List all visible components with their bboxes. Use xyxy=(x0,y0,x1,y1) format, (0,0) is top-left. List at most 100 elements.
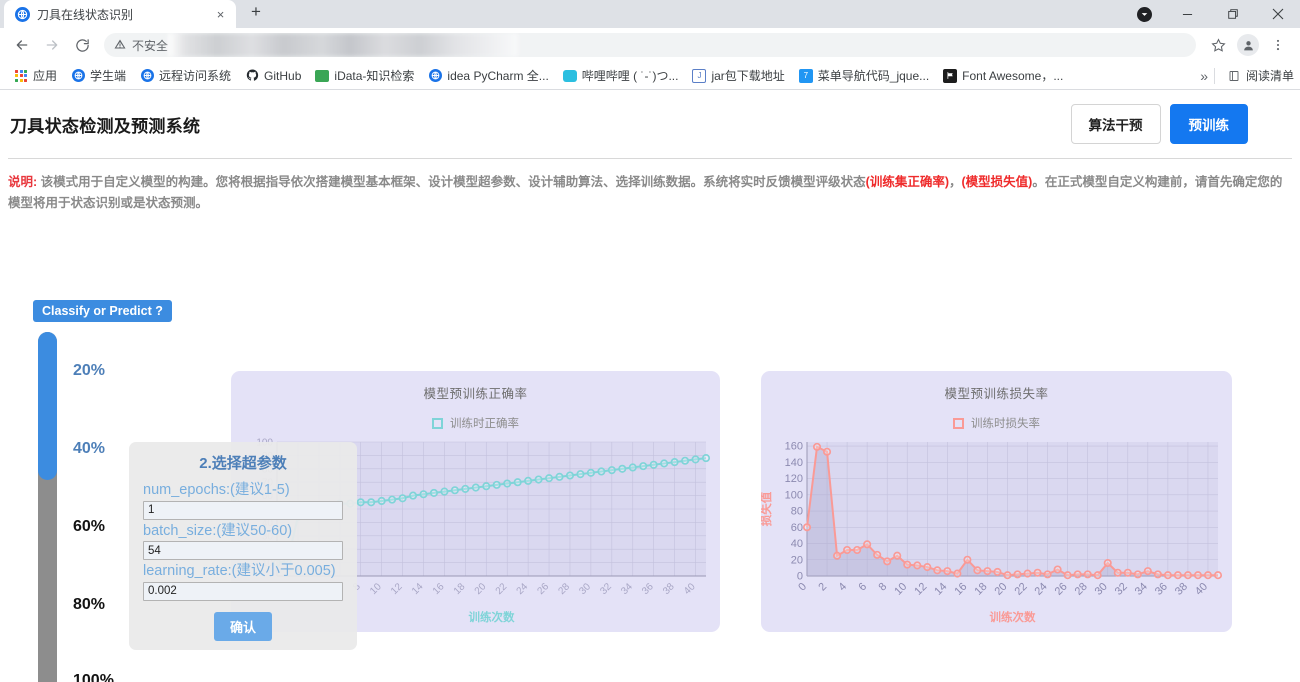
app-header: 刀具状态检测及预测系统 算法干预 预训练 xyxy=(0,90,1300,144)
svg-text:120: 120 xyxy=(785,473,803,485)
slider-tick-80: 80% xyxy=(73,596,106,613)
profile-avatar-icon[interactable] xyxy=(1237,34,1259,56)
svg-text:60: 60 xyxy=(791,522,803,534)
svg-text:12: 12 xyxy=(389,581,405,597)
window-controls xyxy=(1123,0,1300,28)
legend-swatch-icon xyxy=(953,417,964,429)
jar-icon: J xyxy=(692,68,707,83)
legend-label: 训练时正确率 xyxy=(450,418,519,430)
svg-text:28: 28 xyxy=(556,581,572,597)
bookmark-item-pycharm[interactable]: idea PyCharm 全... xyxy=(422,64,554,87)
maximize-button[interactable] xyxy=(1210,0,1255,28)
svg-text:损失值: 损失值 xyxy=(761,491,773,526)
svg-text:38: 38 xyxy=(661,581,677,597)
confirm-button[interactable]: 确认 xyxy=(213,611,272,641)
accuracy-chart-title: 模型预训练正确率 xyxy=(423,387,528,401)
batch-size-input[interactable] xyxy=(143,541,343,561)
description-highlight-1: (训练集正确率) xyxy=(865,175,949,189)
slider-track[interactable] xyxy=(38,332,57,682)
bookmark-item-bilibili[interactable]: 哔哩哔哩 ( ˙-˙)つ... xyxy=(557,64,685,87)
bookmark-item-idata[interactable]: iData-知识检索 xyxy=(309,64,420,87)
svg-text:40: 40 xyxy=(791,538,803,550)
bookmark-star-icon[interactable] xyxy=(1204,31,1232,59)
svg-text:36: 36 xyxy=(640,581,656,597)
svg-text:40: 40 xyxy=(682,581,698,597)
svg-text:28: 28 xyxy=(1073,581,1090,598)
svg-text:160: 160 xyxy=(785,441,803,453)
tab-strip: 刀具在线状态识别 × + xyxy=(0,0,1300,28)
svg-text:34: 34 xyxy=(619,581,635,597)
bookmark-label: idea PyCharm 全... xyxy=(447,69,549,83)
bookmark-item-github[interactable]: GitHub xyxy=(239,66,307,86)
svg-text:32: 32 xyxy=(1113,581,1130,598)
page-content: 刀具状态检测及预测系统 算法干预 预训练 说明: 该模式用于自定义模型的构建。您… xyxy=(0,90,1300,682)
svg-text:18: 18 xyxy=(452,581,468,597)
bookmark-item-jar[interactable]: J jar包下载地址 xyxy=(686,64,790,87)
num-epochs-input[interactable] xyxy=(143,500,343,520)
svg-text:20: 20 xyxy=(992,581,1009,598)
pretrain-button[interactable]: 预训练 xyxy=(1169,104,1248,144)
learning-rate-input[interactable] xyxy=(143,581,343,601)
svg-text:80: 80 xyxy=(791,506,803,518)
slider-tick-60: 60% xyxy=(73,518,106,535)
browser-tab[interactable]: 刀具在线状态识别 × xyxy=(4,0,236,28)
toolbar-right-actions xyxy=(1204,31,1292,59)
description-text: 说明: 该模式用于自定义模型的构建。您将根据指导依次搭建模型基本框架、设计模型超… xyxy=(8,172,1292,213)
svg-text:36: 36 xyxy=(1153,581,1170,598)
divider xyxy=(8,158,1292,159)
url-text-redacted xyxy=(168,33,518,57)
legend-label: 训练时损失率 xyxy=(971,418,1040,430)
security-status-text: 不安全 xyxy=(132,38,169,53)
forward-button[interactable] xyxy=(38,31,66,59)
minimize-button[interactable] xyxy=(1165,0,1210,28)
close-icon[interactable]: × xyxy=(213,7,228,22)
svg-text:40: 40 xyxy=(1193,581,1210,598)
divider xyxy=(1213,67,1215,84)
svg-text:14: 14 xyxy=(932,581,949,598)
bookmark-item-fontawesome[interactable]: Font Awesome，... xyxy=(937,64,1069,87)
bookmark-label: 应用 xyxy=(33,69,58,83)
svg-text:30: 30 xyxy=(577,581,593,597)
svg-text:12: 12 xyxy=(912,581,929,598)
github-icon xyxy=(245,69,259,83)
header-actions: 算法干预 预训练 xyxy=(1070,104,1248,144)
svg-text:0: 0 xyxy=(796,581,809,594)
close-window-button[interactable] xyxy=(1255,0,1300,28)
slider-handle[interactable] xyxy=(38,332,57,480)
legend-swatch-icon xyxy=(432,417,443,429)
page-title: 刀具状态检测及预测系统 xyxy=(10,116,201,136)
algorithm-intervene-button[interactable]: 算法干预 xyxy=(1070,104,1161,144)
tab-title: 刀具在线状态识别 xyxy=(37,7,134,22)
bookmark-item-menucode[interactable]: 7 菜单导航代码_jque... xyxy=(793,64,935,87)
status-badge: Classify or Predict ? xyxy=(33,300,172,322)
bookmark-item-student[interactable]: 学生端 xyxy=(65,64,132,87)
reading-list-button[interactable]: 阅读清单 xyxy=(1221,64,1294,87)
reading-list-icon xyxy=(1227,69,1241,83)
svg-text:2: 2 xyxy=(816,581,829,594)
back-button[interactable] xyxy=(8,31,36,59)
new-tab-button[interactable]: + xyxy=(242,0,270,28)
reload-button[interactable] xyxy=(68,31,96,59)
bookmarks-overflow-button[interactable]: » xyxy=(1200,68,1208,84)
bookmark-item-remote[interactable]: 远程访问系统 xyxy=(134,64,237,87)
svg-text:38: 38 xyxy=(1173,581,1190,598)
bookmarks-bar: 应用 学生端 远程访问系统 GitHub iData-知识检索 idea PyC… xyxy=(0,62,1300,90)
bookmark-item-apps[interactable]: 应用 xyxy=(8,64,63,87)
loss-chart-card: 模型预训练损失率 训练时损失率 0 20 40 60 80 100 120 140 160 0 2 4… xyxy=(761,371,1232,632)
profile-indicator-button[interactable] xyxy=(1123,0,1165,28)
bookmark-label: jar包下载地址 xyxy=(711,69,785,83)
svg-text:30: 30 xyxy=(1093,581,1110,598)
loss-chart-legend[interactable]: 训练时损失率 xyxy=(761,415,1232,431)
browser-menu-icon[interactable] xyxy=(1264,31,1292,59)
address-bar[interactable]: 不安全 xyxy=(104,33,1196,57)
slider-tick-100: 100% xyxy=(73,672,114,682)
num-epochs-label: num_epochs:(建议1-5) xyxy=(143,482,290,498)
svg-text:26: 26 xyxy=(536,581,552,597)
svg-text:18: 18 xyxy=(972,581,989,598)
accuracy-chart-legend[interactable]: 训练时正确率 xyxy=(231,415,720,431)
svg-text:20: 20 xyxy=(473,581,489,597)
font-awesome-icon xyxy=(943,68,958,83)
bookmark-label: Font Awesome，... xyxy=(962,69,1064,83)
globe-icon xyxy=(428,69,442,83)
batch-size-label: batch_size:(建议50-60) xyxy=(143,522,293,539)
